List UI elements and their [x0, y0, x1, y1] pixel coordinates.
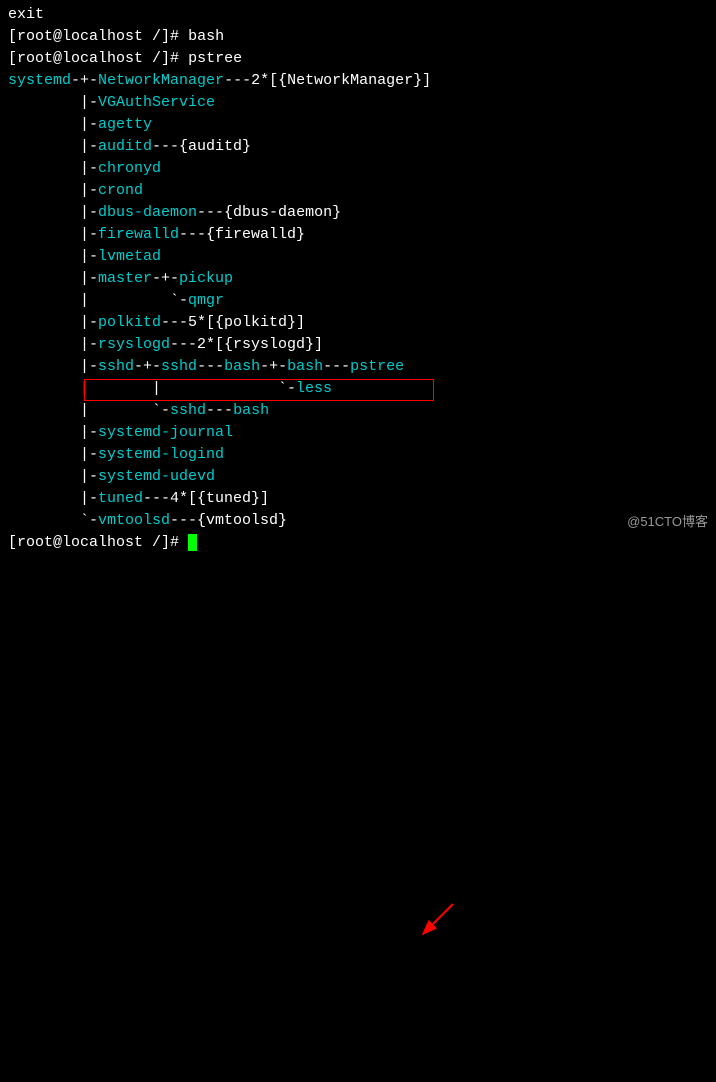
- tree-line-qmgr: | `-qmgr: [8, 290, 708, 312]
- tree-line-udevd: |-systemd-udevd: [8, 466, 708, 488]
- tree-line-auditd: |-auditd---{auditd}: [8, 136, 708, 158]
- tree-line-rsyslogd: |-rsyslogd---2*[{rsyslogd}]: [8, 334, 708, 356]
- prompt-line-1[interactable]: [root@localhost /]# bash: [8, 26, 708, 48]
- tree-line-firewalld: |-firewalld---{firewalld}: [8, 224, 708, 246]
- tree-line-less: | | `-less: [8, 378, 708, 400]
- tree-line-tuned: |-tuned---4*[{tuned}]: [8, 488, 708, 510]
- tree-line-journal: |-systemd-journal: [8, 422, 708, 444]
- bracket-open: [: [8, 50, 17, 67]
- exit-line: exit: [8, 4, 708, 26]
- tree-line-logind: |-systemd-logind: [8, 444, 708, 466]
- tree-line-agetty: |-agetty: [8, 114, 708, 136]
- prompt-line-2[interactable]: [root@localhost /]# pstree: [8, 48, 708, 70]
- tree-line-vmtoolsd: `-vmtoolsd---{vmtoolsd}: [8, 510, 708, 532]
- tree-line-sshd-bash: | `-sshd---bash: [8, 400, 708, 422]
- tree-line-master: |-master-+-pickup: [8, 268, 708, 290]
- prompt-user: root@localhost: [17, 534, 143, 551]
- cmd-pstree: pstree: [188, 50, 242, 67]
- bracket-close: /]#: [143, 50, 188, 67]
- bracket-open: [: [8, 28, 17, 45]
- tree-line-sshd-chain: |-sshd-+-sshd---bash-+-bash---pstree: [8, 356, 708, 378]
- tree-line-polkitd: |-polkitd---5*[{polkitd}]: [8, 312, 708, 334]
- cursor-block: [188, 534, 197, 551]
- tree-line-vgauth: |-VGAuthService: [8, 92, 708, 114]
- tree-line-lvmetad: |-lvmetad: [8, 246, 708, 268]
- watermark: @51CTO博客: [627, 511, 708, 533]
- bracket-close: /]#: [143, 28, 188, 45]
- prompt-user: root@localhost: [17, 50, 143, 67]
- cmd-bash: bash: [188, 28, 224, 45]
- prompt-line-3[interactable]: [root@localhost /]#: [8, 532, 708, 554]
- bracket-close: /]#: [143, 534, 188, 551]
- tree-line-systemd: systemd-+-NetworkManager---2*[{NetworkMa…: [8, 70, 708, 92]
- tree-line-crond: |-crond: [8, 180, 708, 202]
- arrow-annotation: [8, 554, 716, 1082]
- tree-line-chronyd: |-chronyd: [8, 158, 708, 180]
- prompt-user: root@localhost: [17, 28, 143, 45]
- tree-line-dbus: |-dbus-daemon---{dbus-daemon}: [8, 202, 708, 224]
- bracket-open: [: [8, 534, 17, 551]
